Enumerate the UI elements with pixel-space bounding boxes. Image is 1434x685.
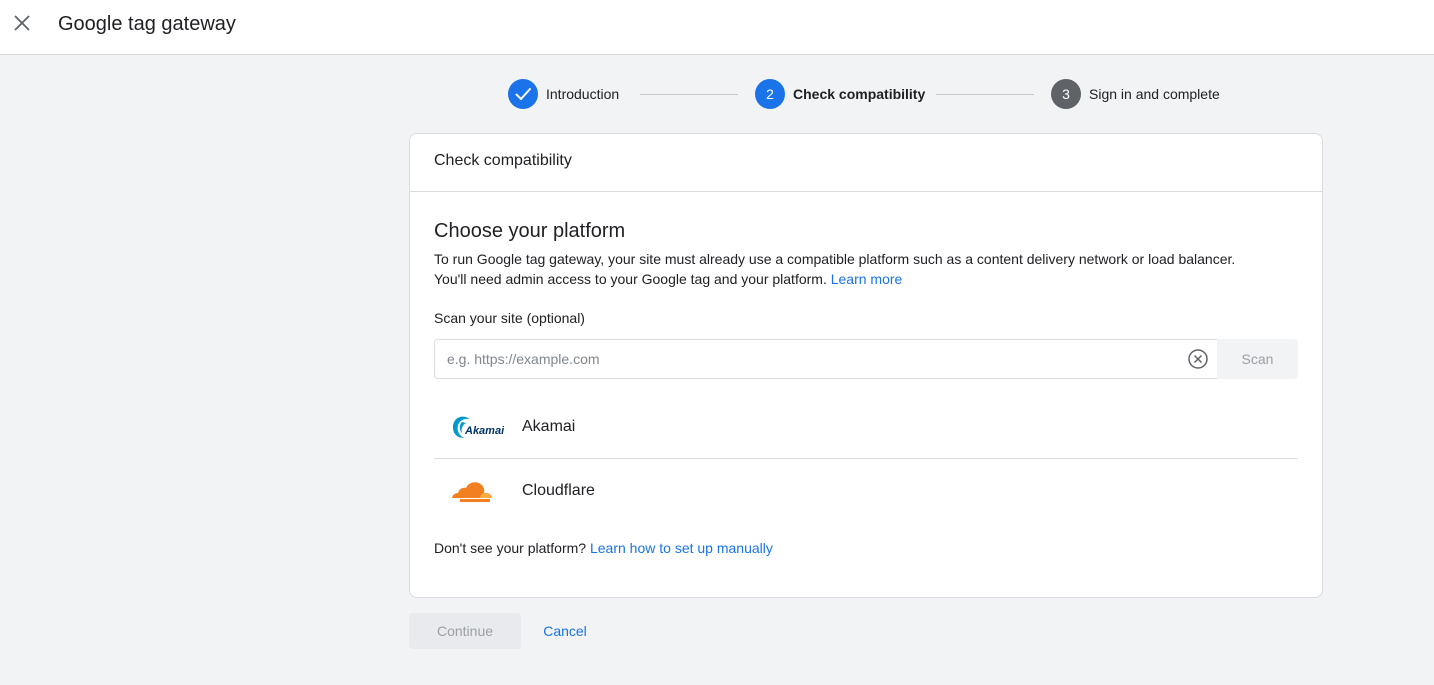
- scan-input-wrapper: [434, 339, 1217, 379]
- section-title: Choose your platform: [434, 220, 626, 242]
- step-label: Sign in and complete: [1089, 86, 1220, 102]
- scan-url-input[interactable]: [435, 340, 1175, 378]
- app-title: Google tag gateway: [58, 13, 236, 35]
- step-complete-circle: [508, 79, 538, 109]
- manual-prompt: Don't see your platform?: [434, 540, 587, 556]
- app-header: Google tag gateway: [0, 0, 1434, 55]
- platform-name: Akamai: [522, 417, 576, 435]
- clear-input-button[interactable]: [1187, 348, 1209, 370]
- continue-button[interactable]: Continue: [409, 613, 521, 649]
- compatibility-card: Check compatibility Choose your platform…: [409, 133, 1323, 598]
- description-line-1: To run Google tag gateway, your site mus…: [434, 251, 1236, 267]
- akamai-logo: Akamai: [434, 407, 522, 447]
- step-sign-in[interactable]: 3 Sign in and complete: [1051, 78, 1220, 110]
- scan-button[interactable]: Scan: [1217, 339, 1298, 379]
- step-check-compatibility[interactable]: 2 Check compatibility: [755, 78, 925, 110]
- close-icon: [14, 15, 30, 31]
- step-introduction[interactable]: Introduction: [508, 78, 619, 110]
- scan-label: Scan your site (optional): [434, 310, 585, 326]
- cloudflare-logo: [434, 471, 522, 511]
- cancel-button[interactable]: Cancel: [531, 613, 599, 649]
- manual-setup-link[interactable]: Learn how to set up manually: [590, 540, 773, 556]
- platform-description: To run Google tag gateway, your site mus…: [434, 249, 1294, 289]
- learn-more-link[interactable]: Learn more: [831, 271, 903, 287]
- manual-setup-text: Don't see your platform? Learn how to se…: [434, 540, 773, 556]
- step-number-circle: 3: [1051, 79, 1081, 109]
- step-label: Introduction: [546, 86, 620, 102]
- description-line-2-wrap: You'll need admin access to your Google …: [434, 269, 1294, 289]
- close-button[interactable]: [10, 11, 34, 35]
- step-label: Check compatibility: [793, 86, 926, 102]
- akamai-logo-text: Akamai: [464, 425, 504, 437]
- step-connector: [936, 94, 1034, 95]
- platform-option-cloudflare[interactable]: Cloudflare: [434, 459, 1298, 523]
- clear-circle-icon: [1188, 349, 1208, 369]
- card-header-title: Check compatibility: [410, 134, 1322, 192]
- description-line-2: You'll need admin access to your Google …: [434, 271, 827, 287]
- step-connector: [640, 94, 738, 95]
- platform-option-akamai[interactable]: Akamai Akamai: [434, 395, 1298, 459]
- platform-name: Cloudflare: [522, 482, 595, 499]
- stepper: Introduction 2 Check compatibility 3 Sig…: [0, 78, 1434, 110]
- step-number-circle: 2: [755, 79, 785, 109]
- check-icon: [515, 88, 531, 100]
